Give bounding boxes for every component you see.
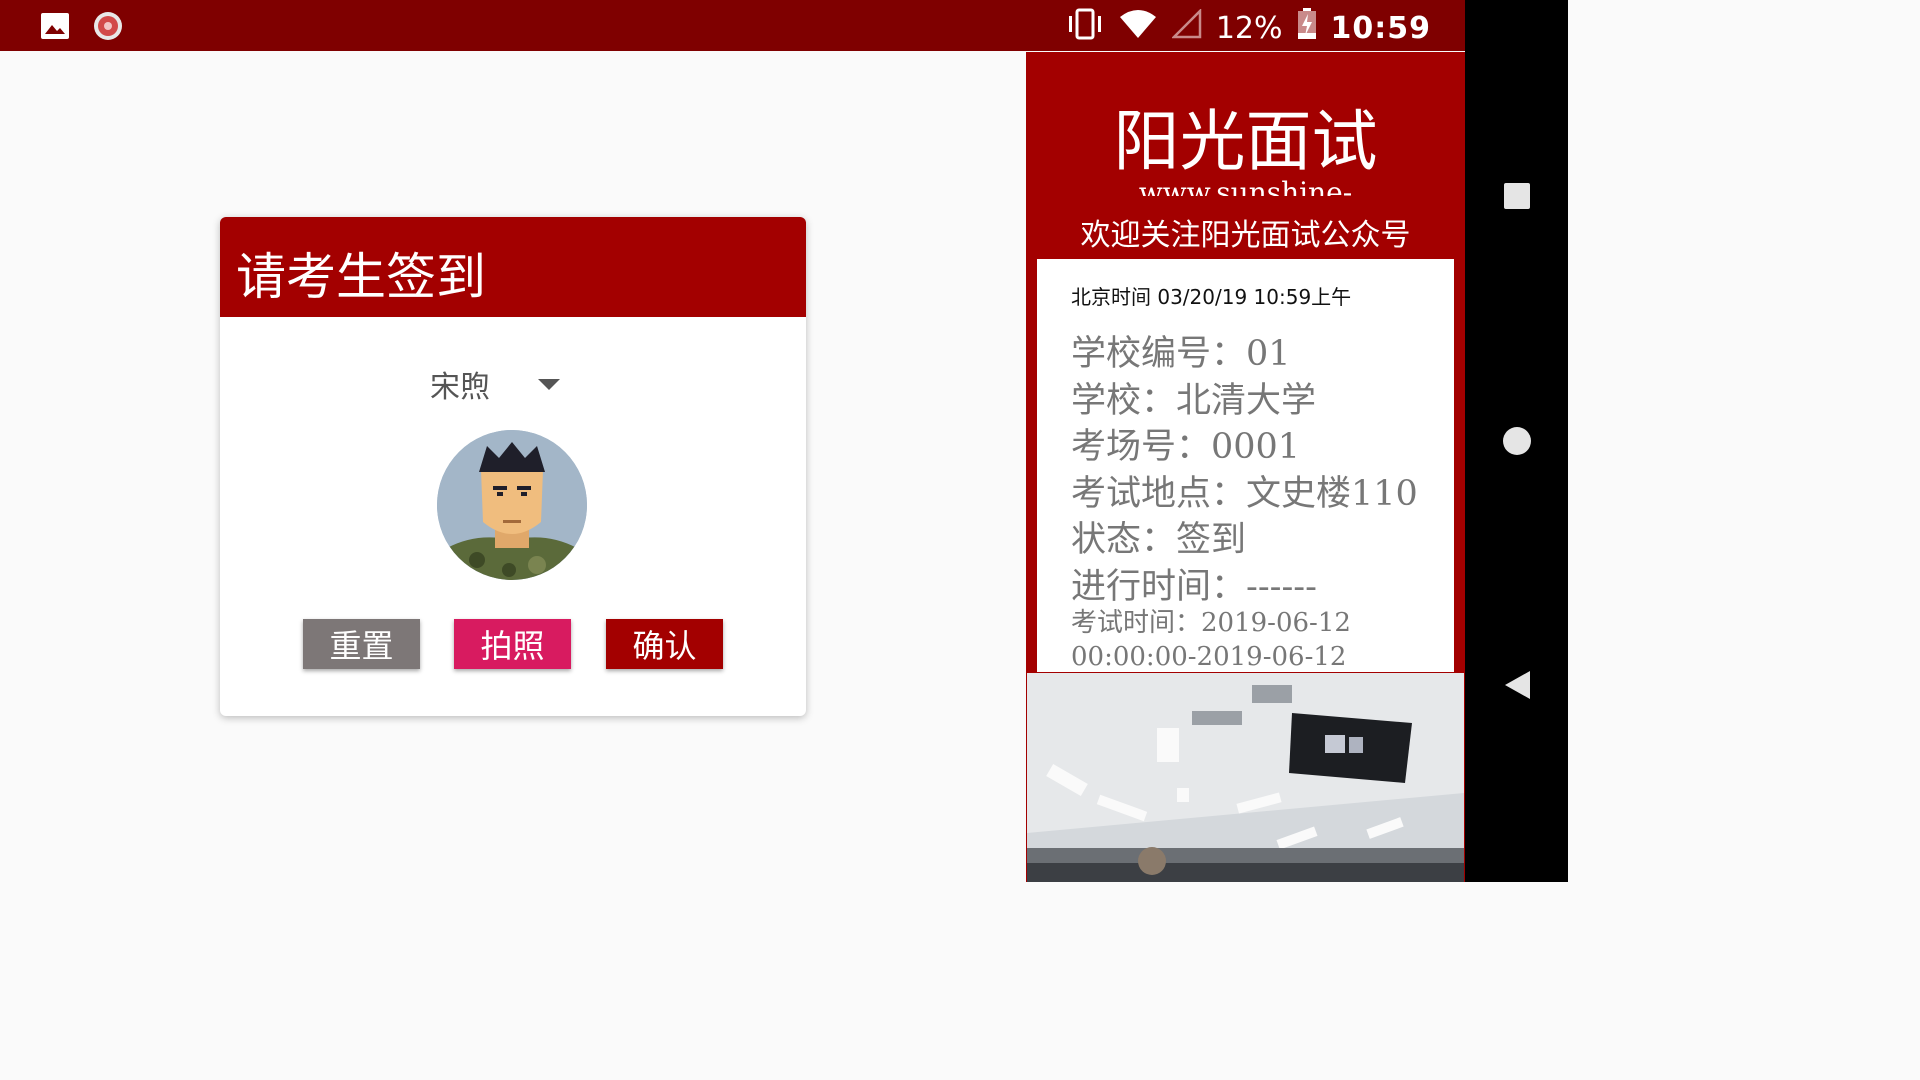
exam-room-number: 考场号：0001 — [1071, 427, 1301, 467]
chevron-down-icon — [538, 378, 560, 390]
image-icon — [40, 12, 70, 44]
take-photo-button[interactable]: 拍照 — [454, 619, 571, 669]
avatar — [437, 430, 587, 580]
navigation-bar — [1465, 0, 1568, 882]
battery-percent: 12% — [1215, 10, 1283, 46]
status-bar: 12% 10:59 — [0, 0, 1465, 51]
dialog-title: 请考生签到 — [236, 248, 486, 306]
app-badge-icon — [92, 10, 124, 46]
vibrate-icon — [1066, 8, 1104, 48]
clock-time: 10:59 — [1330, 10, 1431, 46]
home-button[interactable] — [1465, 426, 1568, 460]
school-name: 学校：北清大学 — [1071, 380, 1317, 421]
selected-name: 宋煦 — [430, 370, 490, 405]
wifi-icon — [1118, 9, 1158, 47]
recents-icon — [1503, 182, 1531, 214]
candidate-name-dropdown[interactable]: 宋煦 — [430, 362, 560, 406]
exam-time: 考试时间：2019-06-12 00:00:00-2019-06-12 — [1071, 608, 1351, 672]
exam-location: 考试地点：文史楼110 — [1071, 473, 1418, 514]
back-button[interactable] — [1465, 670, 1568, 704]
brand-url: www.sunshine- — [1138, 176, 1353, 196]
confirm-button[interactable]: 确认 — [606, 619, 723, 669]
recents-button[interactable] — [1465, 182, 1568, 214]
school-code: 学校编号：01 — [1071, 334, 1291, 374]
elapsed-time: 进行时间：------ — [1071, 566, 1317, 607]
battery-charging-icon — [1297, 8, 1317, 48]
brand-title: 阳光面试 — [1113, 103, 1378, 180]
back-icon — [1503, 670, 1531, 704]
exam-info-list: 学校编号：01 学校：北清大学 考场号：0001 考试地点：文史楼110 状态：… — [1071, 331, 1418, 610]
exam-info-card: 北京时间 03/20/19 10:59上午 学校编号：01 学校：北清大学 考场… — [1037, 259, 1454, 672]
checkin-dialog: 请考生签到 宋煦 重置 拍照 确认 — [220, 217, 806, 716]
follow-message: 欢迎关注阳光面试公众号 — [1080, 218, 1411, 253]
exam-status: 状态：签到 — [1071, 520, 1247, 560]
reset-button[interactable]: 重置 — [303, 619, 420, 669]
camera-preview — [1027, 673, 1464, 882]
dialog-header: 请考生签到 — [220, 217, 806, 317]
signal-icon — [1170, 7, 1202, 47]
beijing-time: 北京时间 03/20/19 10:59上午 — [1071, 285, 1352, 309]
home-icon — [1502, 426, 1532, 460]
